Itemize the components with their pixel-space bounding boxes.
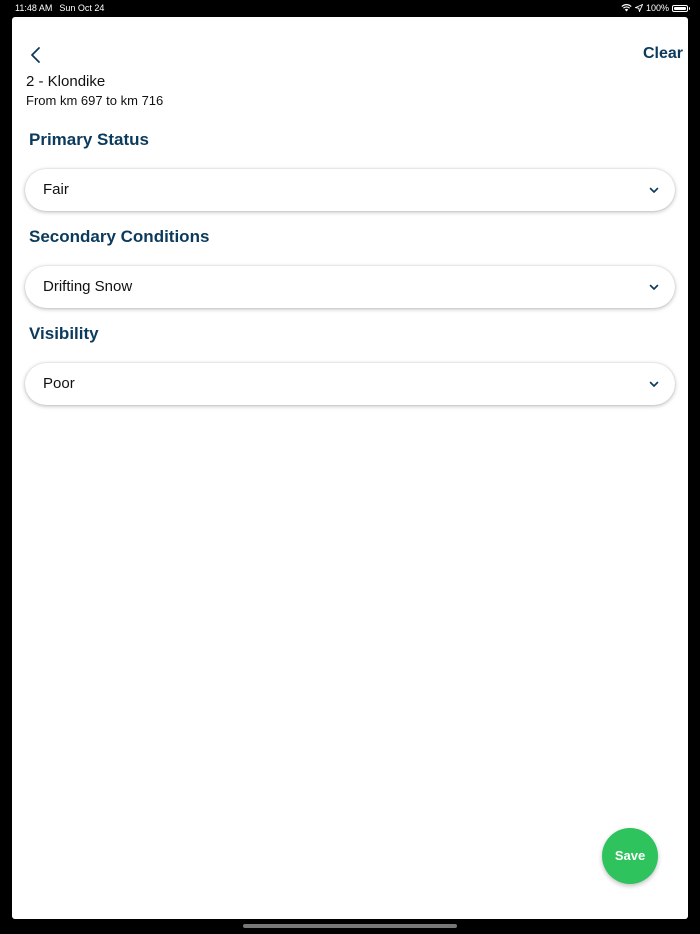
- status-left: 11:48 AM Sun Oct 24: [15, 1, 111, 15]
- battery-fill: [674, 6, 686, 10]
- chevron-left-icon: [31, 47, 40, 63]
- segment-range: From km 697 to km 716: [26, 93, 164, 108]
- chevron-down-icon: [649, 284, 659, 290]
- primary-status-heading: Primary Status: [29, 130, 149, 149]
- primary-status-value: Fair: [43, 181, 69, 198]
- status-time: 11:48 AM: [15, 3, 53, 13]
- clear-button[interactable]: Clear: [643, 45, 683, 63]
- secondary-conditions-value: Drifting Snow: [43, 278, 133, 295]
- status-bar: 11:48 AM Sun Oct 24 100%: [0, 0, 700, 14]
- status-date: Sun Oct 24: [59, 3, 105, 13]
- location-arrow-icon: [634, 4, 643, 12]
- home-indicator: [243, 924, 457, 928]
- chevron-down-icon: [649, 187, 659, 193]
- secondary-conditions-heading: Secondary Conditions: [29, 227, 210, 246]
- primary-status-dropdown[interactable]: Fair: [25, 169, 675, 211]
- secondary-conditions-dropdown[interactable]: Drifting Snow: [25, 266, 675, 308]
- battery-percent: 100%: [645, 3, 669, 13]
- back-button[interactable]: [26, 45, 46, 65]
- status-right: 100%: [621, 1, 690, 15]
- conditions-sheet: Clear 2 - Klondike From km 697 to km 716…: [12, 17, 688, 919]
- visibility-heading: Visibility: [29, 324, 99, 343]
- save-button[interactable]: Save: [602, 828, 658, 884]
- wifi-icon: [621, 4, 632, 12]
- chevron-down-icon: [649, 381, 659, 387]
- visibility-dropdown[interactable]: Poor: [25, 363, 675, 405]
- segment-title: 2 - Klondike: [26, 73, 106, 90]
- battery-icon: [672, 4, 690, 12]
- visibility-value: Poor: [43, 375, 75, 392]
